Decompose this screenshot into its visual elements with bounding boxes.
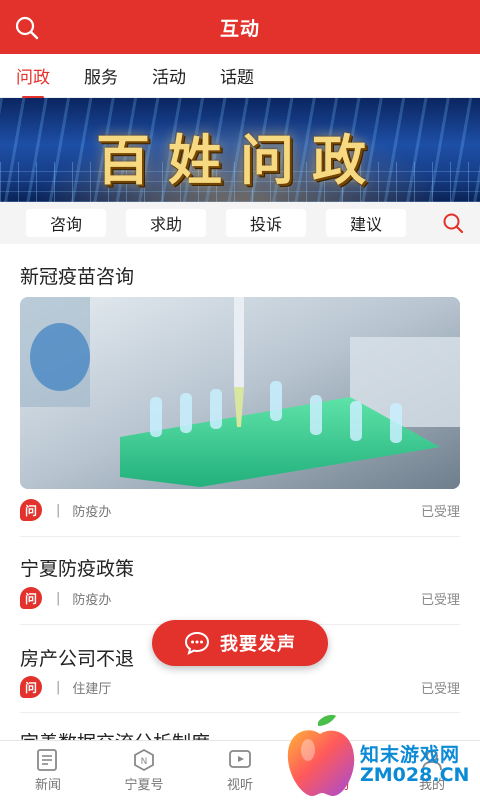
lab-photo-illustration	[20, 297, 460, 489]
category-suggest-button[interactable]: 建议	[326, 209, 406, 237]
item-meta: 问 | 住建厅 已受理	[20, 675, 460, 699]
list-item-title[interactable]: 房产公司不退	[20, 644, 134, 671]
watermark-domain: ZM028.CN	[360, 764, 470, 786]
divider	[20, 536, 460, 537]
nav-ningxia[interactable]: N 宁夏号	[96, 741, 192, 800]
nav-news[interactable]: 新闻	[0, 741, 96, 800]
department-label: 防疫办	[72, 592, 112, 608]
nav-video[interactable]: 视听	[192, 741, 288, 800]
tab-activity[interactable]: 活动	[150, 55, 188, 96]
nav-label: 宁夏号	[124, 778, 164, 793]
tab-wenzheng[interactable]: 问政	[14, 55, 52, 99]
tab-service[interactable]: 服务	[82, 55, 120, 96]
separator: |	[56, 679, 61, 695]
banner[interactable]: 百姓问政	[0, 98, 480, 202]
news-icon	[37, 749, 57, 771]
tab-topic[interactable]: 话题	[218, 55, 256, 96]
list-item-title[interactable]: 新冠疫苗咨询	[20, 262, 134, 289]
category-complaint-button[interactable]: 投诉	[226, 209, 306, 237]
status-label: 已受理	[420, 681, 460, 697]
watermark-text: 知末游戏网	[360, 744, 461, 766]
tab-bar: 问政 服务 活动 话题	[0, 54, 480, 99]
ningxia-icon: N	[134, 748, 154, 772]
nav-label: 视听	[226, 778, 253, 793]
svg-text:N: N	[141, 757, 148, 767]
question-badge: 问	[20, 676, 42, 698]
separator: |	[56, 502, 61, 518]
item-meta: 问 | 防疫办 已受理	[20, 498, 460, 522]
speak-up-button[interactable]: 我要发声	[152, 620, 328, 666]
separator: |	[56, 590, 61, 606]
category-help-button[interactable]: 求助	[126, 209, 206, 237]
page-title: 互动	[219, 17, 260, 40]
search-icon[interactable]	[442, 212, 464, 234]
watermark: 知末游戏网 ZM028.CN	[280, 712, 480, 800]
item-photo[interactable]	[20, 297, 460, 489]
department-label: 防疫办	[72, 504, 112, 520]
chat-bubble-icon	[184, 631, 210, 655]
question-badge: 问	[20, 499, 42, 521]
question-badge: 问	[20, 587, 42, 609]
watermark-logo	[287, 714, 355, 796]
search-icon[interactable]	[14, 15, 40, 41]
category-consult-button[interactable]: 咨询	[26, 209, 106, 237]
department-label: 住建厅	[72, 681, 112, 697]
item-meta: 问 | 防疫办 已受理	[20, 586, 460, 610]
video-icon	[229, 750, 251, 768]
nav-label: 新闻	[34, 778, 61, 793]
app-header: 互动	[0, 0, 480, 54]
page: 互动 问政 服务 活动 话题 百姓问政 咨询 求助 投诉 建议 新冠疫苗咨询 问…	[0, 0, 480, 800]
category-bar: 咨询 求助 投诉 建议	[0, 202, 480, 244]
status-label: 已受理	[420, 592, 460, 608]
status-label: 已受理	[420, 504, 460, 520]
banner-title: 百姓问政	[96, 128, 384, 192]
list-item-title[interactable]: 宁夏防疫政策	[20, 554, 134, 581]
speak-up-label: 我要发声	[220, 634, 296, 655]
